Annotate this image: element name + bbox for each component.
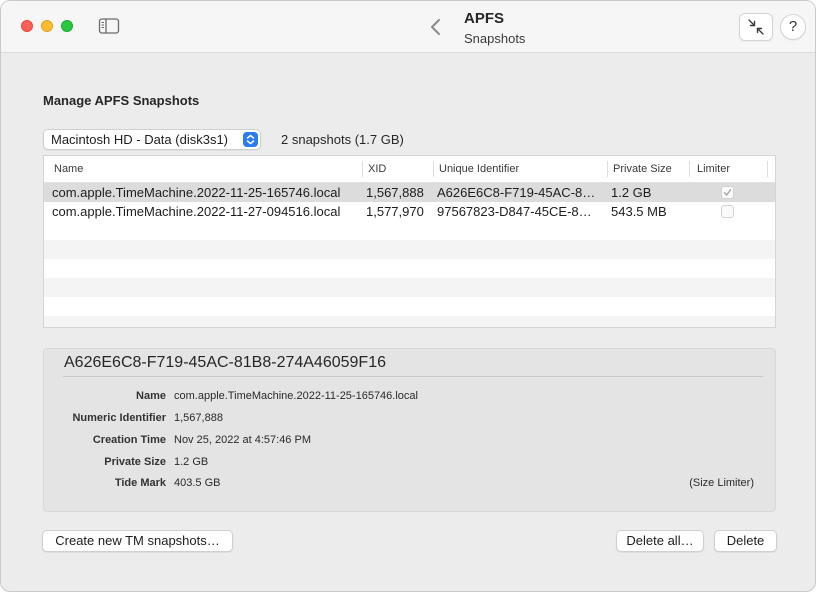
divider <box>63 376 763 377</box>
detail-label-creation-time: Creation Time <box>92 434 166 446</box>
table-row[interactable]: com.apple.TimeMachine.2022-11-25-165746.… <box>44 183 775 202</box>
app-window: APFS Snapshots ? Manage APFS Snapshots M… <box>0 0 816 592</box>
cell-name: com.apple.TimeMachine.2022-11-27-094516.… <box>52 204 341 219</box>
cell-private-size: 1.2 GB <box>611 185 652 200</box>
column-header-private-size[interactable]: Private Size <box>613 163 672 175</box>
table-empty-row <box>44 259 775 278</box>
detail-value-name: com.apple.TimeMachine.2022-11-25-165746.… <box>174 390 418 402</box>
table-empty-row <box>44 297 775 316</box>
table-header: Name XID Unique Identifier Private Size … <box>44 156 775 183</box>
collapse-button[interactable] <box>739 13 773 41</box>
column-header-uid[interactable]: Unique Identifier <box>439 163 519 175</box>
details-heading: A626E6C8-F719-45AC-81B8-274A46059F16 <box>64 354 386 371</box>
zoom-window-button[interactable] <box>61 20 73 32</box>
chevron-left-icon[interactable] <box>427 15 445 39</box>
column-divider[interactable] <box>362 161 363 177</box>
window-subtitle: Snapshots <box>464 31 526 46</box>
cell-name: com.apple.TimeMachine.2022-11-25-165746.… <box>52 185 341 200</box>
detail-label-private-size: Private Size <box>104 456 166 468</box>
detail-label-numeric-identifier: Numeric Identifier <box>72 412 166 424</box>
column-header-xid[interactable]: XID <box>368 163 386 175</box>
detail-label-name: Name <box>136 390 166 402</box>
cell-xid: 1,577,970 <box>366 204 424 219</box>
detail-label-tide-mark: Tide Mark <box>114 477 166 489</box>
table-row[interactable]: com.apple.TimeMachine.2022-11-27-094516.… <box>44 202 775 221</box>
delete-all-button[interactable]: Delete all… <box>616 530 704 552</box>
column-divider[interactable] <box>767 161 768 177</box>
column-divider[interactable] <box>433 161 434 177</box>
detail-value-numeric-identifier: 1,567,888 <box>174 412 223 424</box>
table-empty-row <box>44 278 775 297</box>
checkmark-icon <box>723 189 732 196</box>
detail-value-tide-mark: 403.5 GB <box>174 477 221 489</box>
create-tm-snapshots-button[interactable]: Create new TM snapshots… <box>42 530 233 552</box>
arrows-collapse-icon <box>748 19 764 35</box>
column-header-limiter[interactable]: Limiter <box>697 163 730 175</box>
minimize-window-button[interactable] <box>41 20 53 32</box>
cell-uid: 97567823-D847-45CE-8… <box>437 204 592 219</box>
section-title: Manage APFS Snapshots <box>43 93 200 108</box>
snapshots-table: Name XID Unique Identifier Private Size … <box>43 155 776 328</box>
disk-select-value: Macintosh HD - Data (disk3s1) <box>51 132 228 147</box>
detail-value-creation-time: Nov 25, 2022 at 4:57:46 PM <box>174 434 311 446</box>
help-button[interactable]: ? <box>780 14 806 40</box>
cell-xid: 1,567,888 <box>366 185 424 200</box>
column-divider[interactable] <box>689 161 690 177</box>
limiter-checkbox[interactable] <box>721 205 734 218</box>
title-bar: APFS Snapshots ? <box>1 1 815 53</box>
window-title: APFS <box>464 10 505 27</box>
cell-uid: A626E6C8-F719-45AC-8… <box>437 185 596 200</box>
column-divider[interactable] <box>607 161 608 177</box>
table-empty-row <box>44 221 775 240</box>
limiter-checkbox[interactable] <box>721 186 734 199</box>
disk-select[interactable]: Macintosh HD - Data (disk3s1) <box>43 129 261 150</box>
snapshot-details-panel: A626E6C8-F719-45AC-81B8-274A46059F16 Nam… <box>43 348 776 512</box>
snapshot-count: 2 snapshots (1.7 GB) <box>281 132 404 147</box>
delete-button[interactable]: Delete <box>714 530 777 552</box>
sidebar-toggle-icon[interactable] <box>98 17 120 35</box>
up-down-chevron-icon <box>243 132 258 147</box>
table-empty-row <box>44 316 775 327</box>
detail-value-private-size: 1.2 GB <box>174 456 209 468</box>
column-header-name[interactable]: Name <box>54 163 83 175</box>
size-limiter-note: (Size Limiter) <box>689 477 754 489</box>
table-empty-row <box>44 240 775 259</box>
close-window-button[interactable] <box>21 20 33 32</box>
cell-private-size: 543.5 MB <box>611 204 667 219</box>
